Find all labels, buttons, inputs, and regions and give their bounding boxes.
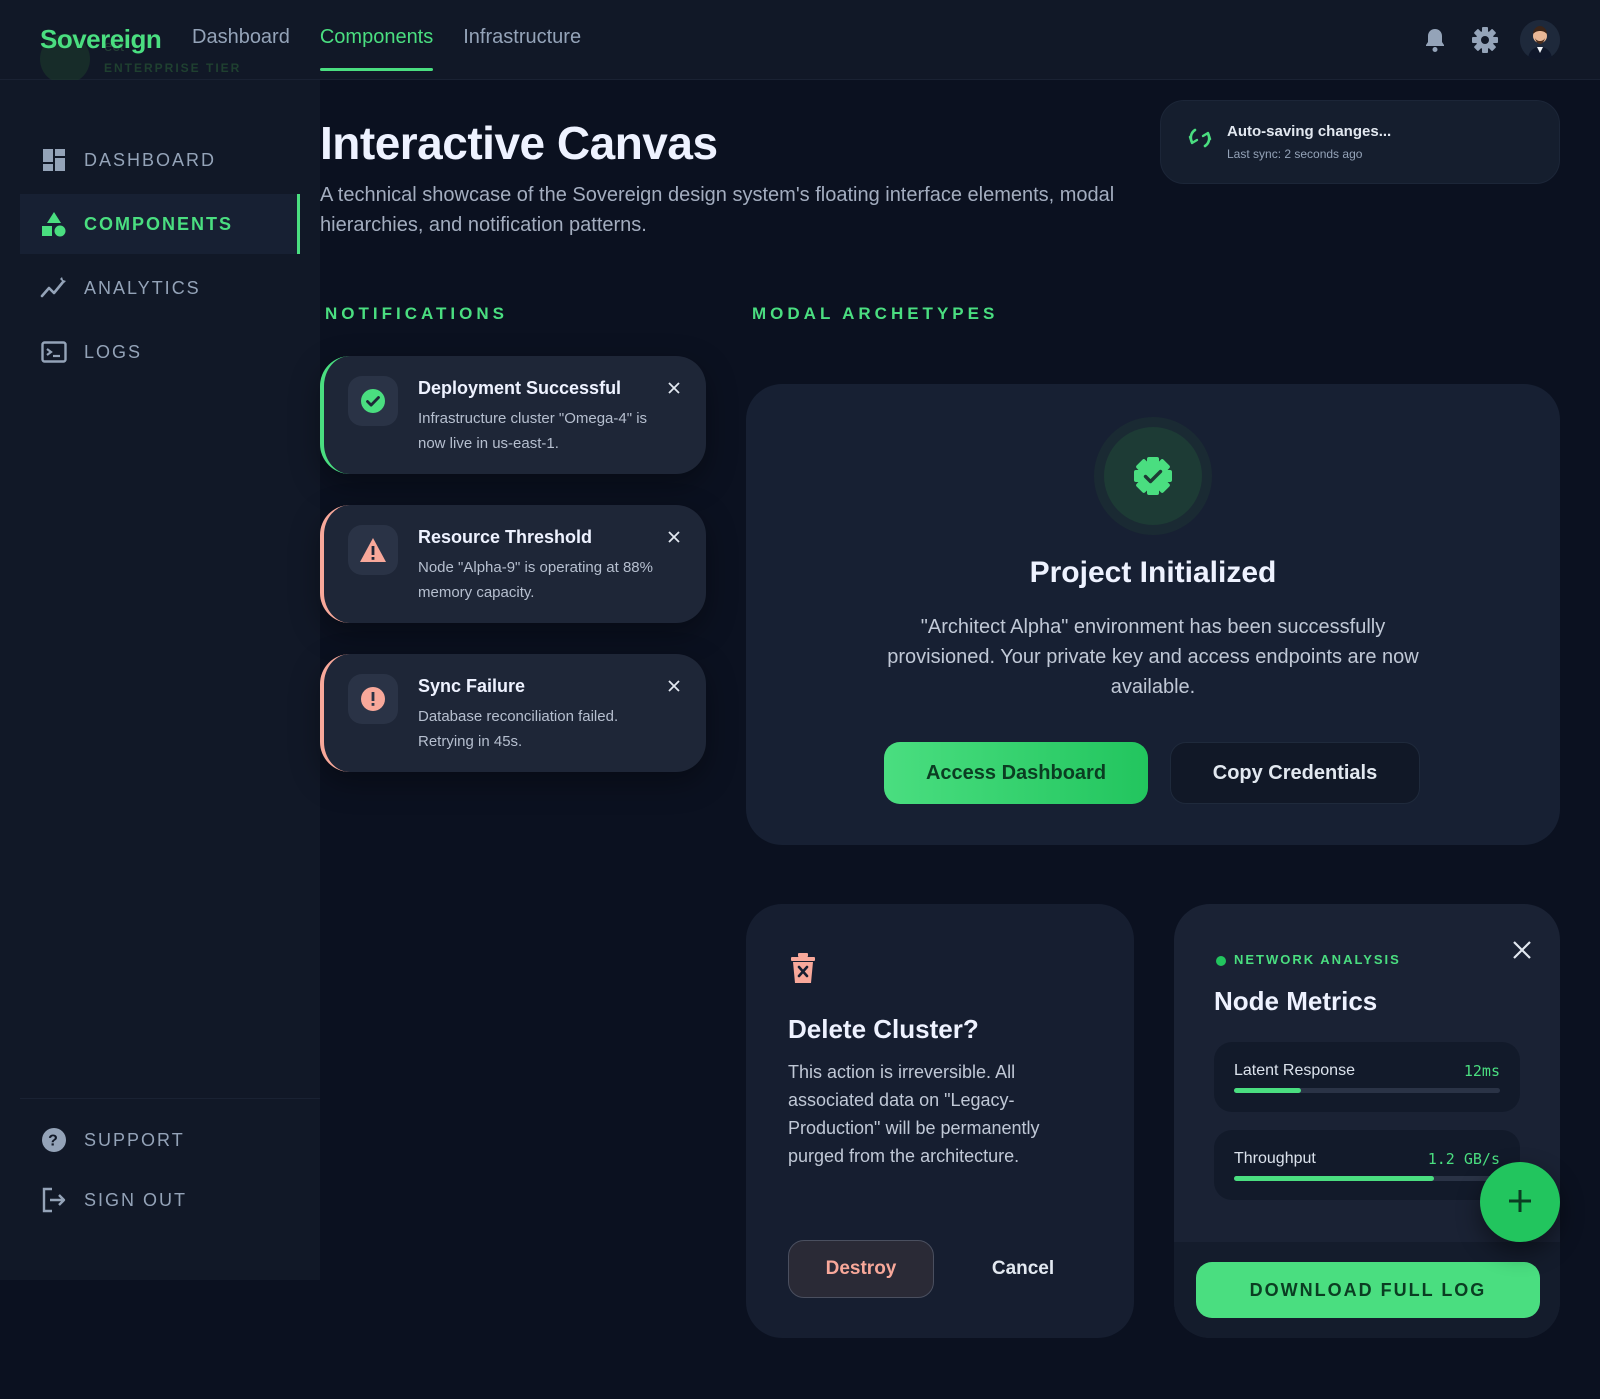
toast-body: Database reconciliation failed. Retrying… <box>418 708 619 750</box>
metrics-title: Node Metrics <box>1214 986 1378 1016</box>
toast-error: Sync Failure Database reconciliation fai… <box>320 654 706 772</box>
sidebar-item-signout[interactable]: SIGN OUT <box>20 1170 300 1230</box>
close-icon[interactable] <box>1508 936 1536 964</box>
avatar[interactable] <box>1520 20 1560 60</box>
sidebar-item-label: COMPONENTS <box>84 213 234 234</box>
download-full-log-button[interactable]: DOWNLOAD FULL LOG <box>1196 1262 1540 1318</box>
topnav-infrastructure[interactable]: Infrastructure <box>463 26 581 71</box>
sidebar-item-dashboard[interactable]: DASHBOARD <box>20 130 300 190</box>
delete-cluster-modal: Delete Cluster? This action is irreversi… <box>746 904 1134 1338</box>
metric-card-throughput: Throughput 1.2 GB/s <box>1214 1130 1520 1200</box>
metric-value: 1.2 GB/s <box>1427 1150 1500 1168</box>
toast-warning: Resource Threshold Node "Alpha-9" is ope… <box>320 505 706 623</box>
access-dashboard-button[interactable]: Access Dashboard <box>884 742 1148 804</box>
sidebar-item-label: DASHBOARD <box>84 149 217 170</box>
dashboard-icon <box>40 146 68 174</box>
close-icon[interactable] <box>664 527 684 547</box>
network-analysis-label: NETWORK ANALYSIS <box>1234 952 1401 967</box>
plus-icon <box>1507 1188 1533 1217</box>
logout-icon <box>40 1186 68 1214</box>
brand-logo[interactable]: Sovereign <box>40 24 162 55</box>
topnav-components[interactable]: Components <box>319 26 434 71</box>
shapes-icon <box>40 210 68 238</box>
sidebar-item-analytics[interactable]: ANALYTICS <box>20 258 300 318</box>
toast-success: Deployment Successful Infrastructure clu… <box>320 356 706 474</box>
metric-value: 12ms <box>1463 1062 1500 1080</box>
cancel-button[interactable]: Cancel <box>958 1240 1088 1298</box>
modal-body: This action is irreversible. All associa… <box>788 1062 1040 1166</box>
section-label-notifications: NOTIFICATIONS <box>325 304 508 323</box>
metric-progress-track <box>1234 1088 1500 1093</box>
sidebar-item-label: ANALYTICS <box>84 277 201 298</box>
node-metrics-panel: NETWORK ANALYSIS Node Metrics Latent Res… <box>1174 904 1560 1338</box>
terminal-icon <box>40 338 68 366</box>
help-icon: ? <box>40 1126 68 1154</box>
metric-label: Latent Response <box>1234 1062 1355 1079</box>
destroy-button[interactable]: Destroy <box>788 1240 934 1298</box>
sidebar-item-support[interactable]: ? SUPPORT <box>20 1110 300 1170</box>
warning-icon <box>348 525 398 575</box>
check-circle-icon <box>348 376 398 426</box>
top-bar: ect ENTERPRISE TIER Sovereign Dashboard … <box>0 0 1600 84</box>
top-icons <box>1420 20 1560 60</box>
trash-icon <box>788 952 822 986</box>
copy-credentials-button[interactable]: Copy Credentials <box>1170 742 1420 804</box>
modal-title: Project Initialized <box>1029 556 1277 589</box>
section-label-modals: MODAL ARCHETYPES <box>752 304 999 323</box>
error-icon <box>348 674 398 724</box>
sync-icon <box>1185 123 1215 153</box>
sidebar: DASHBOARD COMPONENTS ANALYTICS LOGS ? SU… <box>0 80 320 1280</box>
page-subtitle: A technical showcase of the Sovereign de… <box>320 184 1115 236</box>
modal-title: Delete Cluster? <box>788 1014 979 1044</box>
metric-progress-track <box>1234 1176 1500 1181</box>
metric-progress-fill <box>1234 1176 1434 1181</box>
sidebar-item-logs[interactable]: LOGS <box>20 322 300 382</box>
autosave-indicator: Auto-saving changes... Last sync: 2 seco… <box>1160 100 1560 184</box>
metric-card-latency: Latent Response 12ms <box>1214 1042 1520 1112</box>
status-dot <box>1216 956 1226 966</box>
close-icon[interactable] <box>664 378 684 398</box>
toast-body: Node "Alpha-9" is operating at 88% memor… <box>418 559 653 601</box>
page-title: Interactive Canvas <box>320 117 718 169</box>
toast-title: Sync Failure <box>418 676 526 696</box>
analytics-icon <box>40 274 68 302</box>
autosave-title: Auto-saving changes... <box>1227 123 1392 140</box>
metric-progress-fill <box>1234 1088 1301 1093</box>
toast-body: Infrastructure cluster "Omega-4" is now … <box>418 410 648 452</box>
metric-label: Throughput <box>1234 1150 1316 1167</box>
gear-icon[interactable] <box>1470 25 1500 55</box>
topnav-dashboard[interactable]: Dashboard <box>192 26 290 71</box>
top-navigation: Dashboard Components Infrastructure <box>192 26 581 71</box>
sidebar-item-label: LOGS <box>84 341 143 362</box>
project-initialized-modal: Project Initialized "Architect Alpha" en… <box>746 384 1560 845</box>
autosave-subtitle: Last sync: 2 seconds ago <box>1227 147 1363 161</box>
sidebar-item-components[interactable]: COMPONENTS <box>20 194 300 254</box>
bell-icon[interactable] <box>1420 25 1450 55</box>
verified-badge-icon <box>1104 427 1202 525</box>
add-button[interactable] <box>1480 1162 1560 1242</box>
close-icon[interactable] <box>664 676 684 696</box>
sidebar-item-label: SIGN OUT <box>84 1189 188 1210</box>
toast-title: Resource Threshold <box>418 527 593 547</box>
modal-body: "Architect Alpha" environment has been s… <box>887 616 1419 698</box>
svg-text:?: ? <box>48 1133 60 1150</box>
sidebar-item-label: SUPPORT <box>84 1129 185 1150</box>
sidebar-divider <box>20 1098 320 1099</box>
toast-title: Deployment Successful <box>418 378 622 398</box>
